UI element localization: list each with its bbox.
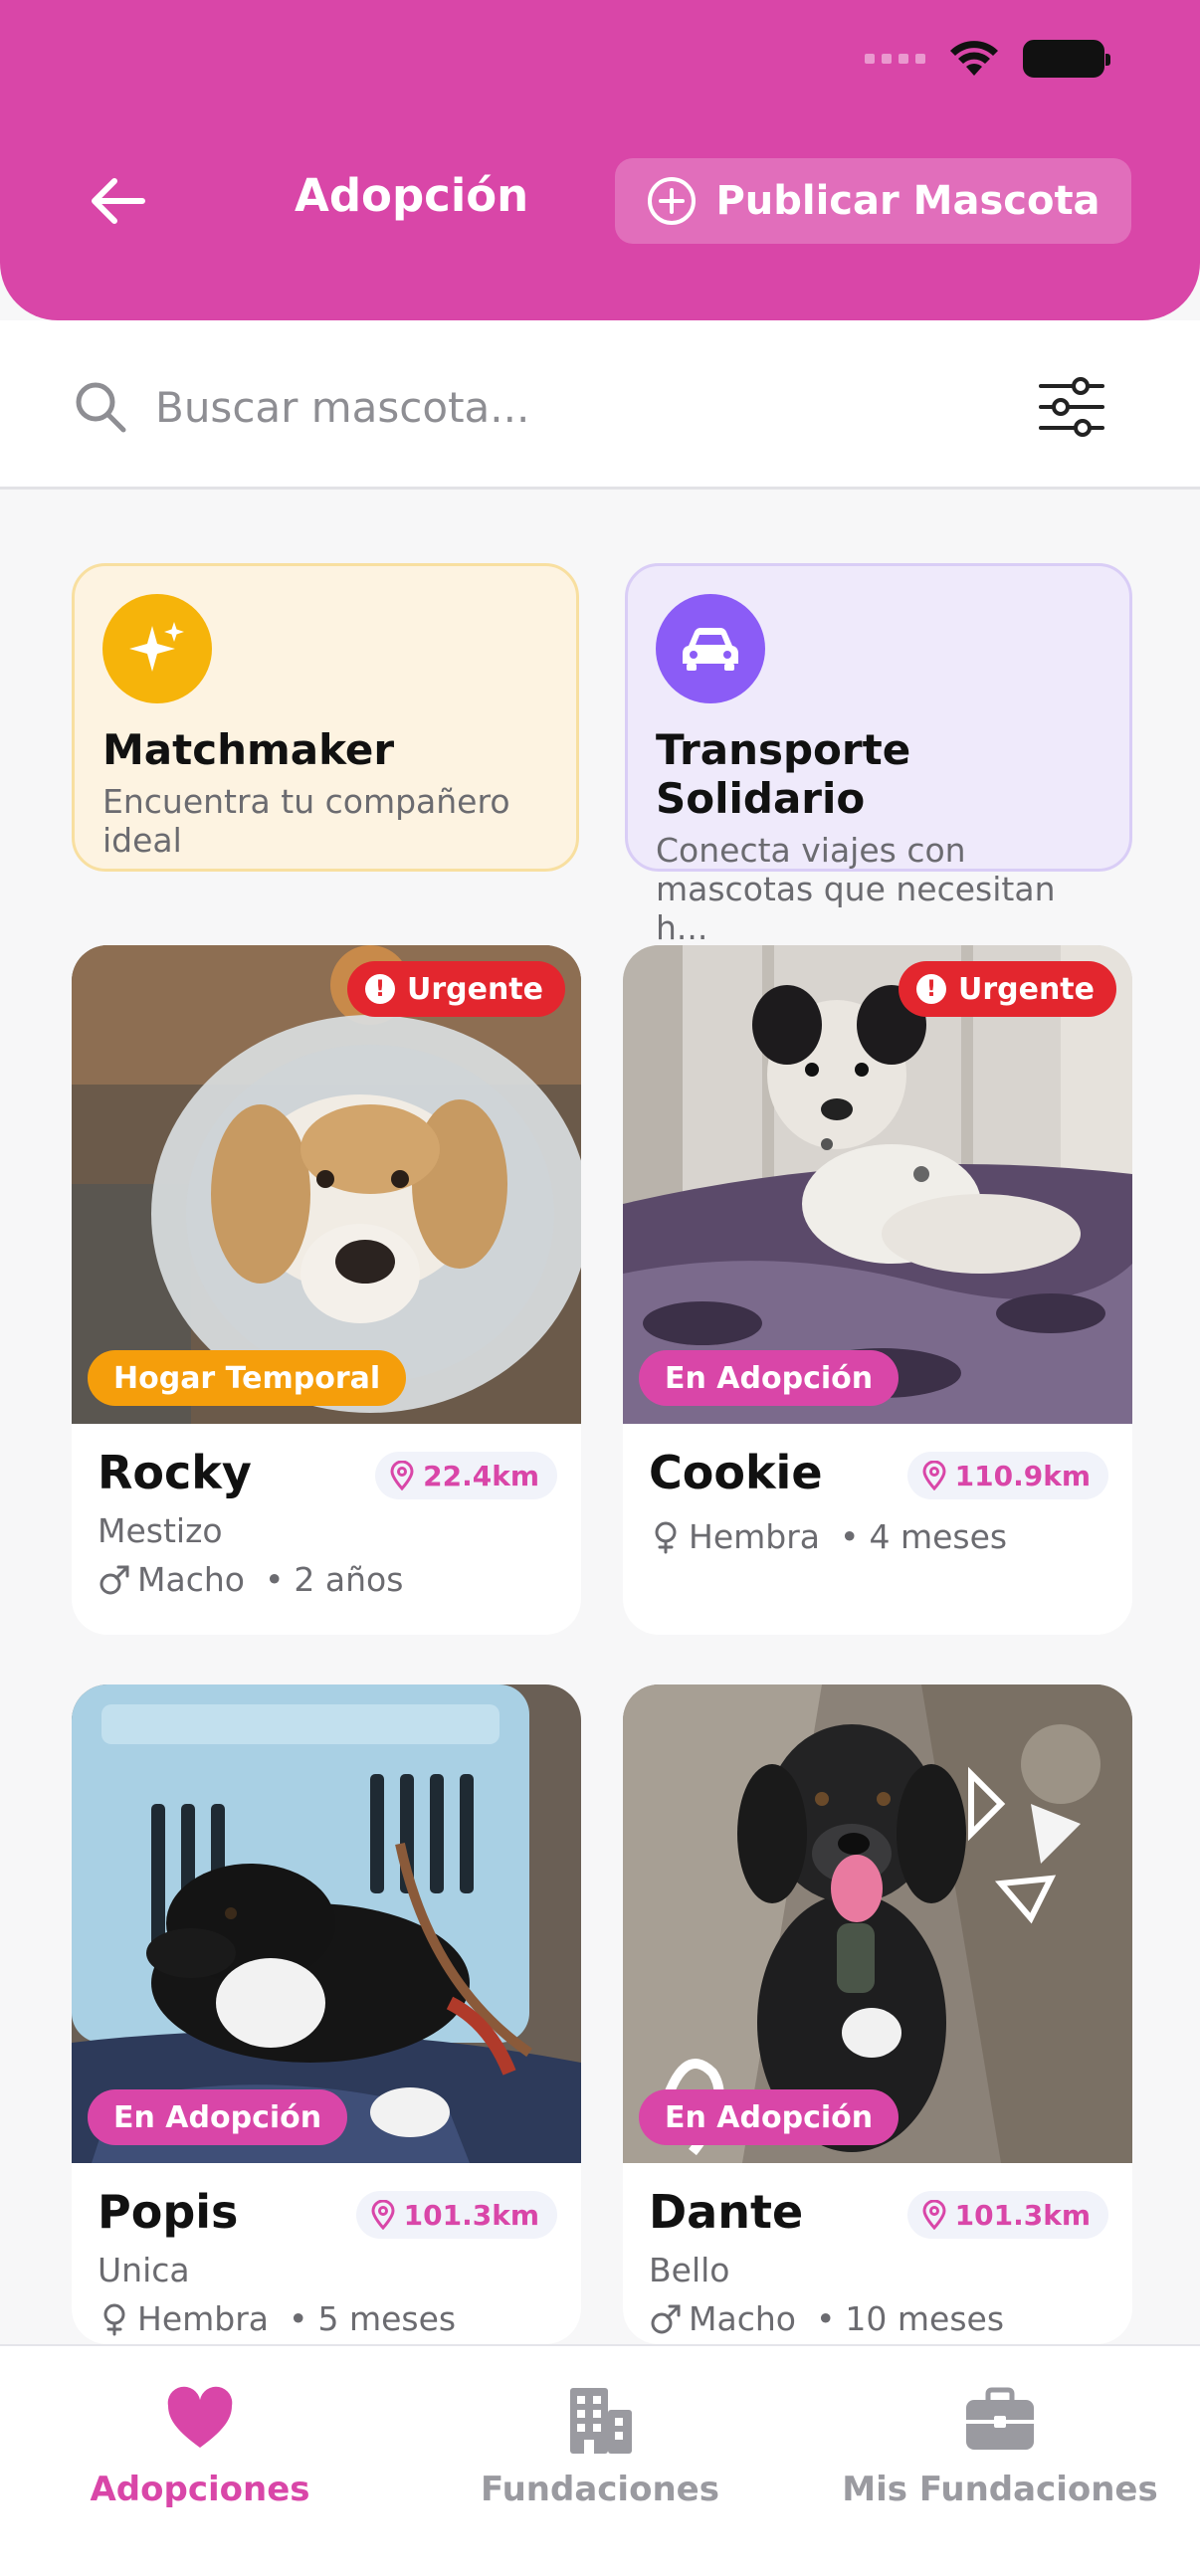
urgent-badge: ! Urgente	[346, 961, 565, 1017]
pet-photo: ! Urgente En Adopción	[623, 945, 1132, 1424]
transport-description: Conecta viajes con mascotas que necesita…	[656, 831, 1056, 947]
distance-value: 22.4km	[423, 1459, 539, 1492]
location-pin-icon	[371, 2200, 395, 2230]
plus-circle-icon	[648, 177, 697, 225]
arrow-left-icon	[92, 178, 145, 224]
pet-info: Cookie 110.9km Hembra • 4 meses	[623, 1424, 1132, 1582]
sparkles-icon	[102, 594, 212, 703]
pet-meta: Macho • 10 meses	[649, 2299, 1106, 2338]
urgent-label: Urgente	[957, 971, 1095, 1007]
female-icon	[655, 1521, 677, 1553]
pet-info: Popis 101.3km Unica Hembra • 5 meses	[72, 2163, 581, 2344]
nav-label: Adopciones	[90, 2470, 310, 2509]
briefcase-icon	[966, 2387, 1034, 2450]
pet-photo: En Adopción	[623, 1684, 1132, 2163]
status-badge: En Adopción	[639, 2089, 900, 2145]
distance-badge: 101.3km	[355, 2191, 557, 2239]
nav-item-mis-fundaciones[interactable]: Mis Fundaciones	[800, 2384, 1200, 2509]
pet-age: 4 meses	[869, 1517, 1008, 1556]
page-title: Adopción	[295, 169, 529, 222]
pet-photo: ! Urgente Hogar Temporal	[72, 945, 581, 1424]
search-icon	[76, 382, 126, 433]
pet-card-cookie[interactable]: ! Urgente En Adopción Cookie 110.9km Hem…	[623, 945, 1132, 1635]
search-input[interactable]	[155, 372, 951, 442]
pet-breed: Unica	[98, 2251, 190, 2289]
male-icon	[651, 2304, 681, 2333]
pet-age: 10 meses	[845, 2299, 1005, 2338]
pet-sex: Macho	[137, 1560, 245, 1599]
transport-title: Transporte Solidario	[656, 725, 911, 823]
bottom-nav: Adopciones Fundaciones Mis Fundaciones	[0, 2344, 1200, 2576]
pet-meta: Hembra • 5 meses	[98, 2299, 555, 2338]
pet-age: 2 años	[294, 1560, 404, 1599]
pet-info: Dante 101.3km Bello Macho • 10 meses	[623, 2163, 1132, 2344]
pet-age: 5 meses	[317, 2299, 457, 2338]
car-icon	[656, 594, 765, 703]
pet-sex: Hembra	[137, 2299, 269, 2338]
pet-card-dante[interactable]: En Adopción Dante 101.3km Bello Macho • …	[623, 1684, 1132, 2344]
nav-item-fundaciones[interactable]: Fundaciones	[400, 2384, 800, 2509]
alert-icon: !	[364, 974, 395, 1004]
pet-meta: Macho • 2 años	[98, 1560, 555, 1599]
location-pin-icon	[390, 1461, 414, 1490]
alert-icon: !	[915, 974, 946, 1004]
status-bar	[865, 40, 1110, 78]
pet-info: Rocky 22.4km Mestizo Macho • 2 años	[72, 1424, 581, 1625]
pet-breed: Mestizo	[98, 1511, 223, 1550]
back-button[interactable]	[86, 171, 149, 231]
filter-sliders-icon[interactable]	[1035, 374, 1108, 440]
matchmaker-card[interactable]: Matchmaker Encuentra tu compañero ideal	[72, 563, 579, 872]
distance-badge: 22.4km	[375, 1452, 557, 1499]
search-bar	[0, 320, 1200, 490]
battery-icon	[1023, 40, 1110, 78]
nav-label: Fundaciones	[481, 2470, 719, 2509]
female-icon	[103, 2303, 125, 2335]
nav-label: Mis Fundaciones	[842, 2470, 1158, 2509]
distance-badge: 101.3km	[906, 2191, 1108, 2239]
pet-meta: Hembra • 4 meses	[649, 1517, 1106, 1556]
pet-breed: Bello	[649, 2251, 730, 2289]
publish-pet-button[interactable]: Publicar Mascota	[615, 158, 1131, 244]
urgent-label: Urgente	[406, 971, 543, 1007]
pet-photo: En Adopción	[72, 1684, 581, 2163]
urgent-badge: ! Urgente	[898, 961, 1116, 1017]
app-header: Adopción Publicar Mascota	[0, 0, 1200, 320]
distance-value: 101.3km	[403, 2198, 539, 2232]
status-badge: En Adopción	[639, 1350, 900, 1406]
distance-value: 101.3km	[954, 2198, 1091, 2232]
matchmaker-description: Encuentra tu compañero ideal	[102, 782, 510, 860]
location-pin-icon	[922, 1461, 946, 1490]
status-badge: En Adopción	[88, 2089, 348, 2145]
pet-card-rocky[interactable]: ! Urgente Hogar Temporal Rocky 22.4km Me…	[72, 945, 581, 1635]
pet-card-popis[interactable]: En Adopción Popis 101.3km Unica Hembra •…	[72, 1684, 581, 2344]
wifi-icon	[950, 41, 998, 76]
matchmaker-title: Matchmaker	[102, 725, 395, 774]
publish-pet-label: Publicar Mascota	[715, 178, 1100, 224]
transport-card[interactable]: Transporte Solidario Conecta viajes con …	[625, 563, 1132, 947]
pet-sex: Macho	[689, 2299, 796, 2338]
building-icon	[570, 2388, 632, 2454]
status-badge: Hogar Temporal	[88, 1350, 407, 1406]
cellular-signal-icon	[865, 54, 925, 64]
nav-item-adopciones[interactable]: Adopciones	[0, 2384, 400, 2509]
heart-icon	[167, 2386, 233, 2448]
distance-value: 110.9km	[954, 1459, 1091, 1492]
location-pin-icon	[922, 2200, 946, 2230]
distance-badge: 110.9km	[906, 1452, 1108, 1499]
male-icon	[100, 1565, 129, 1594]
pet-sex: Hembra	[689, 1517, 820, 1556]
